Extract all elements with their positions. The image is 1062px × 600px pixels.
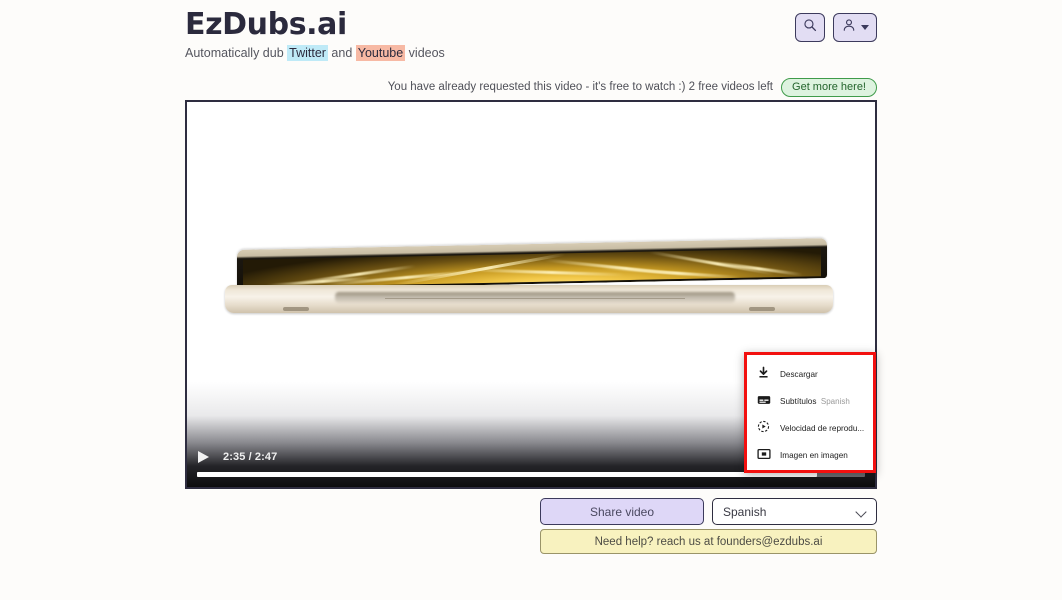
tagline: Automatically dub Twitter and Youtube vi… bbox=[185, 45, 877, 61]
caret-down-icon bbox=[860, 25, 869, 30]
tagline-prefix: Automatically dub bbox=[185, 46, 288, 60]
context-item-label: Imagen en imagen bbox=[780, 450, 848, 460]
context-item-text: Subtítulos Spanish bbox=[780, 391, 850, 409]
account-menu-button[interactable] bbox=[833, 13, 877, 42]
context-menu-list: Descargar Subtítulos Spanish Velocidad d… bbox=[747, 355, 873, 470]
seek-progress bbox=[197, 472, 817, 477]
tagline-twitter: Twitter bbox=[287, 45, 328, 61]
search-icon bbox=[803, 18, 817, 37]
context-item-sublabel: Spanish bbox=[820, 396, 850, 406]
page-title: EzDubs.ai bbox=[185, 7, 347, 42]
laptop-base bbox=[225, 285, 833, 313]
picture-in-picture-icon bbox=[756, 446, 771, 461]
bottom-controls: Share video Spanish bbox=[540, 498, 877, 525]
context-menu-item-download[interactable]: Descargar bbox=[747, 359, 873, 386]
subtitles-icon bbox=[756, 392, 771, 407]
context-item-text: Descargar bbox=[780, 364, 818, 382]
laptop-foot-left bbox=[283, 307, 309, 311]
help-banner[interactable]: Need help? reach us at founders@ezdubs.a… bbox=[540, 529, 877, 554]
context-item-label: Subtítulos bbox=[780, 396, 817, 406]
tagline-mid: and bbox=[327, 46, 356, 60]
context-menu-item-playback-speed[interactable]: Velocidad de reprodu... bbox=[747, 413, 873, 440]
search-button[interactable] bbox=[795, 13, 825, 42]
chevron-down-icon bbox=[855, 506, 867, 518]
play-button[interactable] bbox=[197, 449, 211, 465]
page-header: EzDubs.ai Automatically dub Twitter and … bbox=[185, 8, 877, 61]
get-more-button[interactable]: Get more here! bbox=[781, 77, 877, 97]
laptop-seam bbox=[385, 298, 685, 299]
notice-message: You have already requested this video - … bbox=[387, 81, 774, 93]
download-icon bbox=[756, 365, 771, 380]
context-menu-item-subtitles[interactable]: Subtítulos Spanish bbox=[747, 386, 873, 413]
video-controls-left: 2:35 / 2:47 bbox=[197, 449, 277, 465]
tagline-suffix: videos bbox=[405, 46, 445, 60]
notice-bar: You have already requested this video - … bbox=[185, 77, 877, 97]
context-item-text: Velocidad de reprodu... bbox=[780, 418, 864, 436]
context-menu-item-picture-in-picture[interactable]: Imagen en imagen bbox=[747, 440, 873, 467]
context-item-label: Descargar bbox=[780, 369, 818, 379]
app-root: EzDubs.ai Automatically dub Twitter and … bbox=[0, 0, 1062, 600]
video-scene-laptop bbox=[225, 238, 833, 319]
context-item-text: Imagen en imagen bbox=[780, 445, 848, 463]
user-icon bbox=[842, 18, 856, 37]
video-context-menu[interactable]: Descargar Subtítulos Spanish Velocidad d… bbox=[744, 352, 876, 473]
context-item-label: Velocidad de reprodu... bbox=[780, 423, 865, 433]
time-display: 2:35 / 2:47 bbox=[223, 451, 278, 463]
language-select[interactable]: Spanish bbox=[712, 498, 877, 525]
header-actions bbox=[795, 13, 877, 42]
laptop-foot-right bbox=[749, 307, 775, 311]
language-select-value: Spanish bbox=[723, 504, 767, 519]
tagline-youtube: Youtube bbox=[355, 45, 406, 61]
share-video-button[interactable]: Share video bbox=[540, 498, 704, 525]
playback-speed-icon bbox=[756, 419, 771, 434]
play-icon bbox=[198, 451, 209, 463]
laptop-lid bbox=[237, 238, 827, 290]
